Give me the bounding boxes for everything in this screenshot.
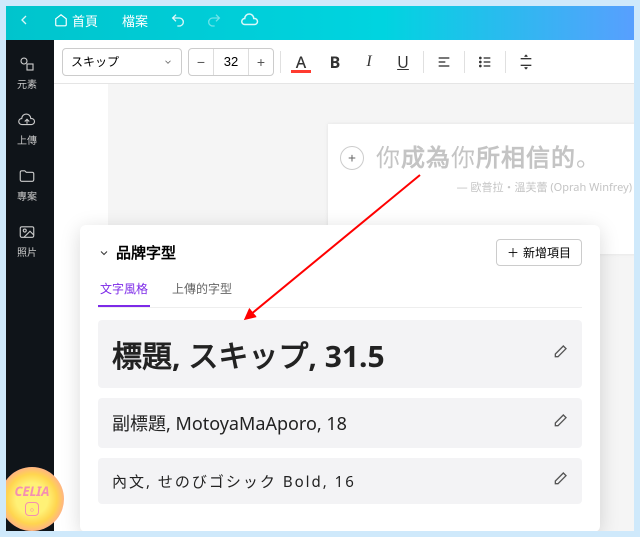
font-name: スキップ [71,53,119,70]
top-bar: 首頁 檔案 [0,0,640,40]
home-label: 首頁 [72,11,98,30]
separator [423,51,424,73]
sidebar-label: 專案 [17,188,37,203]
underline-button[interactable]: U [389,48,417,76]
font-size-stepper: − + [188,48,274,76]
font-row-body[interactable]: 內文, せのびゴシック Bold, 16 [98,458,582,504]
list-button[interactable] [471,48,499,76]
sidebar-item-elements[interactable]: 元素 [0,46,54,100]
quote-author[interactable]: — 歐普拉・溫芙蕾 (Oprah Winfrey) [376,179,632,195]
redo-button[interactable] [198,4,230,36]
panel-tabs: 文字風格 上傳的字型 [98,274,582,308]
undo-button[interactable] [162,4,194,36]
back-button[interactable] [8,4,40,36]
separator [464,51,465,73]
edit-icon[interactable] [552,412,568,434]
text-toolbar: スキップ − + A B I U [54,40,640,84]
decrease-size-button[interactable]: − [189,54,213,70]
add-item-button[interactable]: ＋ 新增項目 [496,239,582,266]
sidebar-item-projects[interactable]: 專案 [0,158,54,212]
font-family-select[interactable]: スキップ [62,48,182,76]
file-label: 檔案 [122,11,148,30]
font-row-subheading[interactable]: 副標題, MotoyaMaAporo, 18 [98,398,582,448]
text-color-button[interactable]: A [287,48,315,76]
font-row-heading[interactable]: 標題, スキップ, 31.5 [98,320,582,388]
instagram-icon: ◦ [25,502,39,516]
sidebar-label: 照片 [17,244,37,259]
sidebar-item-photos[interactable]: 照片 [0,214,54,268]
plus-icon: ＋ [507,244,519,261]
edit-icon[interactable] [552,470,568,492]
font-row-label: 標題, スキップ, 31.5 [112,332,385,376]
brand-font-panel: 品牌字型 ＋ 新增項目 文字風格 上傳的字型 標題, スキップ, 31.5 副標… [80,225,600,532]
spacing-button[interactable] [512,48,540,76]
edit-icon[interactable] [552,343,568,365]
separator [505,51,506,73]
file-nav[interactable]: 檔案 [112,5,158,36]
quote-text[interactable]: 你成為你所相信的。 [376,142,632,173]
panel-title[interactable]: 品牌字型 [98,242,176,263]
font-row-label: 副標題, MotoyaMaAporo, 18 [112,410,347,436]
italic-button[interactable]: I [355,48,383,76]
sidebar-item-upload[interactable]: 上傳 [0,102,54,156]
chevron-down-icon [98,247,110,259]
separator [280,51,281,73]
tab-text-styles[interactable]: 文字風格 [98,274,150,307]
font-size-input[interactable] [213,49,249,75]
watermark-badge: CELIA ◦ [0,467,64,531]
align-button[interactable] [430,48,458,76]
increase-size-button[interactable]: + [249,54,273,70]
chevron-down-icon [163,57,173,67]
sidebar-label: 元素 [17,76,37,91]
sidebar-label: 上傳 [17,132,37,147]
tab-uploaded-fonts[interactable]: 上傳的字型 [170,274,234,307]
home-nav[interactable]: 首頁 [44,5,108,36]
cloud-sync-icon[interactable] [234,4,266,36]
left-sidebar: 元素 上傳 專案 照片 [0,40,54,537]
bold-button[interactable]: B [321,48,349,76]
add-element-button[interactable]: + [340,146,364,170]
font-row-label: 內文, せのびゴシック Bold, 16 [112,471,356,492]
